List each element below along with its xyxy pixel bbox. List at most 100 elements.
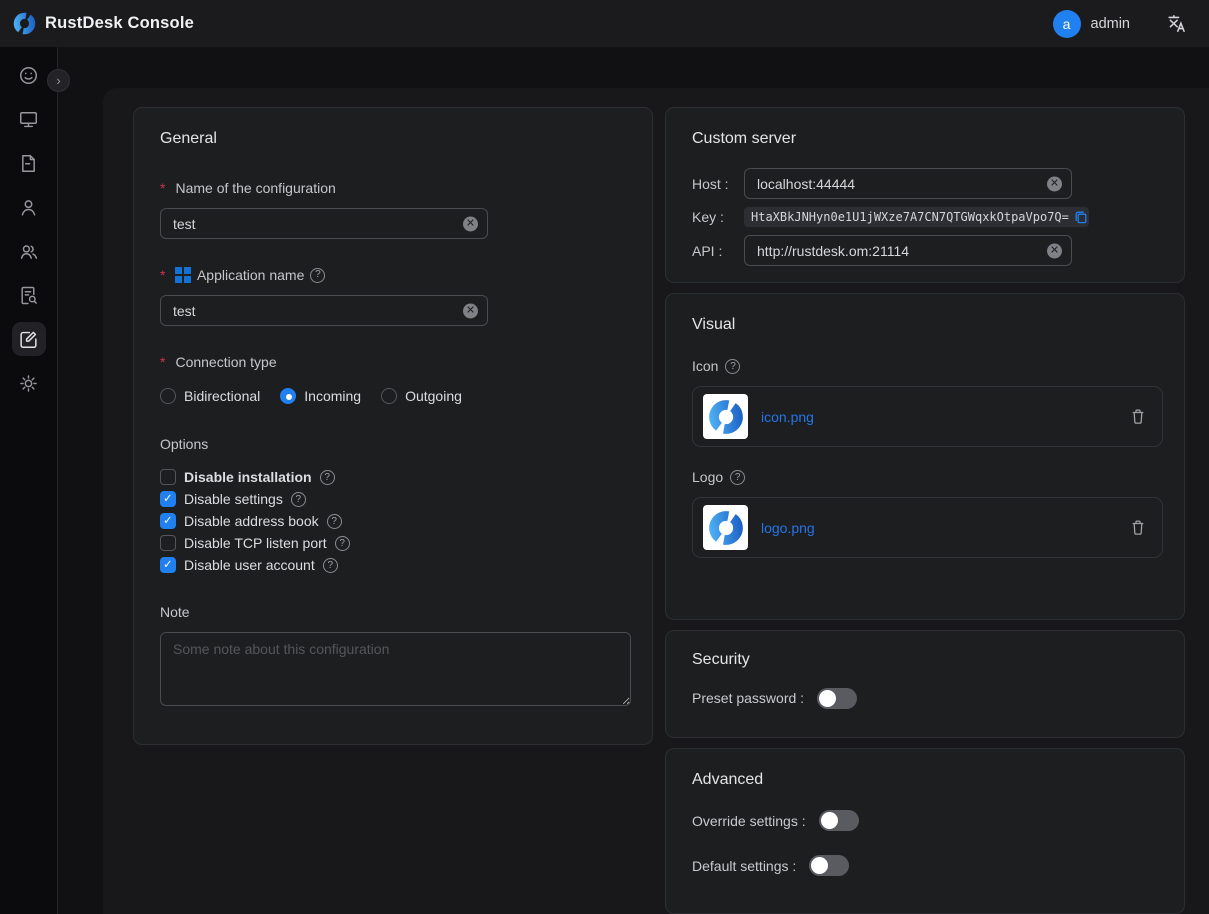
api-input[interactable]: ✕ bbox=[744, 235, 1072, 266]
help-icon[interactable]: ? bbox=[327, 514, 342, 529]
sidebar-item-documents[interactable] bbox=[0, 141, 58, 185]
custom-server-card: Custom server Host : ✕ Key : HtaXBkJNHyn… bbox=[665, 107, 1185, 283]
option-label: Disable settings bbox=[184, 491, 283, 507]
default-settings-toggle[interactable] bbox=[809, 855, 849, 876]
sidebar-item-groups[interactable] bbox=[0, 229, 58, 273]
content-area: General Name of the configuration ✕ Appl… bbox=[103, 88, 1209, 914]
brand: RustDesk Console bbox=[13, 12, 194, 35]
checkbox[interactable] bbox=[160, 557, 176, 573]
help-icon[interactable]: ? bbox=[291, 492, 306, 507]
help-icon[interactable]: ? bbox=[320, 470, 335, 485]
option-disable-settings[interactable]: Disable settings ? bbox=[160, 488, 626, 510]
host-field[interactable] bbox=[745, 169, 1071, 198]
api-field[interactable] bbox=[745, 236, 1071, 265]
smiley-icon bbox=[12, 58, 46, 92]
option-disable-user-account[interactable]: Disable user account ? bbox=[160, 554, 626, 576]
right-column: Custom server Host : ✕ Key : HtaXBkJNHyn… bbox=[665, 107, 1185, 914]
options-list: Disable installation ? Disable settings … bbox=[160, 466, 626, 576]
option-label: Disable address book bbox=[184, 513, 319, 529]
sidebar-item-devices[interactable] bbox=[0, 97, 58, 141]
icon-upload-item: icon.png bbox=[692, 386, 1163, 447]
radio-button[interactable] bbox=[280, 388, 296, 404]
translate-icon[interactable] bbox=[1166, 13, 1187, 34]
options-label: Options bbox=[160, 434, 626, 454]
radio-incoming[interactable]: Incoming bbox=[280, 388, 361, 404]
radio-button[interactable] bbox=[160, 388, 176, 404]
clear-icon[interactable]: ✕ bbox=[463, 303, 478, 318]
checkbox[interactable] bbox=[160, 491, 176, 507]
radio-bidirectional[interactable]: Bidirectional bbox=[160, 388, 260, 404]
connection-type-label: Connection type bbox=[160, 352, 626, 372]
edit-icon bbox=[12, 322, 46, 356]
checkbox[interactable] bbox=[160, 469, 176, 485]
general-card: General Name of the configuration ✕ Appl… bbox=[133, 107, 653, 745]
app-name-field[interactable] bbox=[161, 296, 487, 325]
clear-icon[interactable]: ✕ bbox=[1047, 176, 1062, 191]
left-column: General Name of the configuration ✕ Appl… bbox=[133, 107, 653, 914]
help-icon[interactable]: ? bbox=[335, 536, 350, 551]
help-icon[interactable]: ? bbox=[725, 359, 740, 374]
clear-icon[interactable]: ✕ bbox=[1047, 243, 1062, 258]
avatar[interactable]: a bbox=[1053, 10, 1081, 38]
sidebar-item-settings[interactable] bbox=[0, 361, 58, 405]
visual-card: Visual Icon? icon.png bbox=[665, 293, 1185, 620]
top-bar: RustDesk Console a admin bbox=[0, 0, 1209, 47]
app-name-label: Application name ? bbox=[160, 265, 626, 285]
checkbox[interactable] bbox=[160, 513, 176, 529]
monitor-icon bbox=[12, 102, 46, 136]
icon-label: Icon? bbox=[692, 358, 1158, 374]
logo-file-link[interactable]: logo.png bbox=[761, 520, 815, 536]
sidebar-item-audit[interactable] bbox=[0, 273, 58, 317]
sidebar-item-user[interactable] bbox=[0, 185, 58, 229]
app-title: RustDesk Console bbox=[45, 14, 194, 33]
clear-icon[interactable]: ✕ bbox=[463, 216, 478, 231]
help-icon[interactable]: ? bbox=[323, 558, 338, 573]
custom-server-title: Custom server bbox=[692, 128, 1158, 150]
preset-password-label: Preset password : bbox=[692, 690, 804, 706]
delete-icon[interactable] bbox=[1130, 519, 1146, 536]
icon-thumbnail bbox=[703, 394, 748, 439]
delete-icon[interactable] bbox=[1130, 408, 1146, 425]
radio-outgoing[interactable]: Outgoing bbox=[381, 388, 462, 404]
preset-password-toggle[interactable] bbox=[817, 688, 857, 709]
key-label: Key : bbox=[692, 209, 744, 225]
icon-file-link[interactable]: icon.png bbox=[761, 409, 814, 425]
config-name-label: Name of the configuration bbox=[160, 178, 626, 198]
note-label: Note bbox=[160, 602, 626, 622]
settings-icon bbox=[12, 366, 46, 400]
app-name-input[interactable]: ✕ bbox=[160, 295, 488, 326]
sidebar bbox=[0, 47, 58, 914]
user-icon bbox=[12, 190, 46, 224]
user-menu[interactable]: a admin bbox=[1053, 10, 1131, 38]
default-settings-label: Default settings : bbox=[692, 858, 796, 874]
radio-label: Incoming bbox=[304, 388, 361, 404]
option-disable-address-book[interactable]: Disable address book ? bbox=[160, 510, 626, 532]
api-label: API : bbox=[692, 243, 744, 259]
audit-log-icon bbox=[12, 278, 46, 312]
advanced-card: Advanced Override settings : Default set… bbox=[665, 748, 1185, 914]
logo-label: Logo? bbox=[692, 469, 1158, 485]
user-group-icon bbox=[12, 234, 46, 268]
sidebar-item-configurations[interactable] bbox=[0, 317, 58, 361]
option-disable-tcp-listen-port[interactable]: Disable TCP listen port ? bbox=[160, 532, 626, 554]
windows-logo-icon bbox=[175, 267, 191, 283]
note-textarea[interactable] bbox=[160, 632, 631, 706]
username: admin bbox=[1091, 16, 1131, 32]
security-card: Security Preset password : bbox=[665, 630, 1185, 739]
checkbox[interactable] bbox=[160, 535, 176, 551]
help-icon[interactable]: ? bbox=[310, 268, 325, 283]
radio-button[interactable] bbox=[381, 388, 397, 404]
copy-icon[interactable] bbox=[1074, 210, 1088, 224]
logo-thumbnail bbox=[703, 505, 748, 550]
advanced-title: Advanced bbox=[692, 769, 1158, 791]
rustdesk-logo-icon bbox=[13, 12, 36, 35]
sidebar-expand-button[interactable]: › bbox=[47, 69, 70, 92]
help-icon[interactable]: ? bbox=[730, 470, 745, 485]
general-title: General bbox=[160, 128, 626, 150]
host-input[interactable]: ✕ bbox=[744, 168, 1072, 199]
config-name-field[interactable] bbox=[161, 209, 487, 238]
option-label: Disable user account bbox=[184, 557, 315, 573]
config-name-input[interactable]: ✕ bbox=[160, 208, 488, 239]
option-disable-installation[interactable]: Disable installation ? bbox=[160, 466, 626, 488]
override-settings-toggle[interactable] bbox=[819, 810, 859, 831]
